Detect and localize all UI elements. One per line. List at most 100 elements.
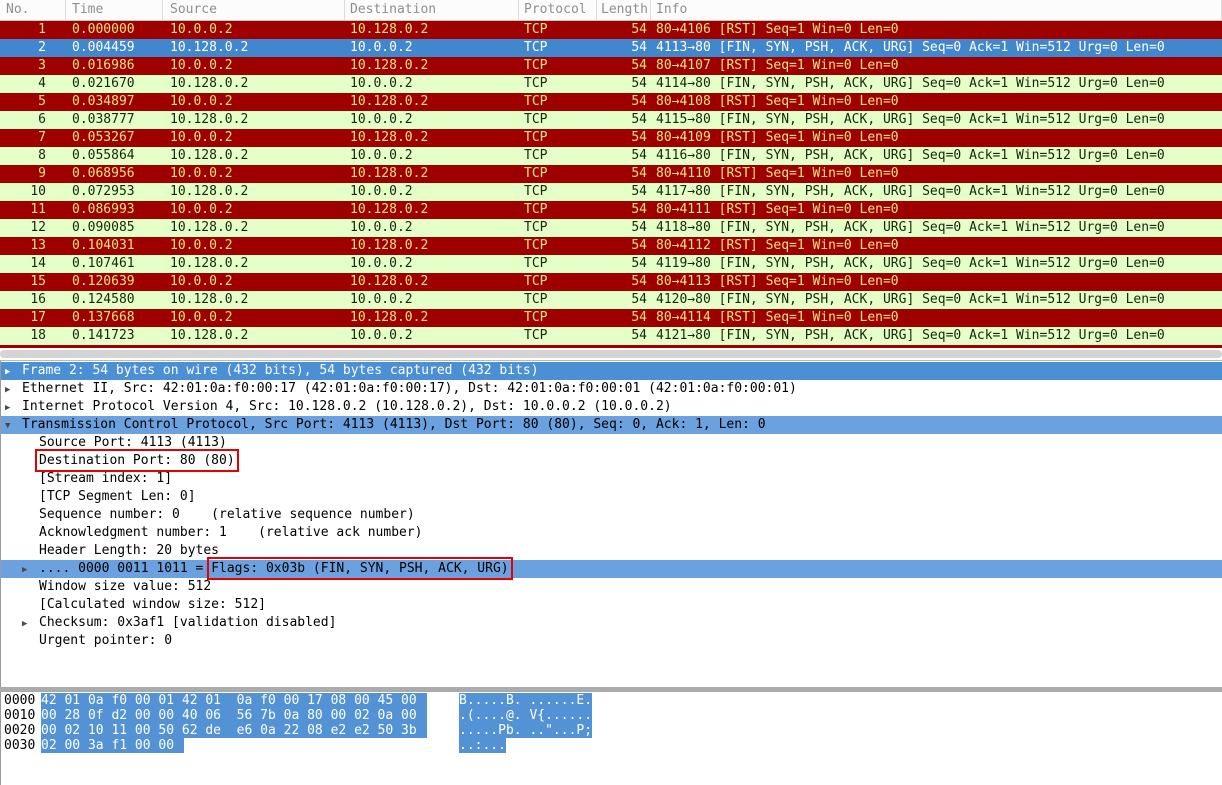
hex-ascii[interactable]: .(....@. V{...... <box>459 708 592 723</box>
packet-row[interactable]: 160.12458010.128.0.210.0.0.2TCP544120→80… <box>0 291 1222 309</box>
splitter-handle[interactable] <box>0 350 1222 358</box>
cell-time: 0.141723 <box>66 327 163 345</box>
cell-info: 80→4107 [RST] Seq=1 Win=0 Len=0 <box>651 57 1222 75</box>
packet-row[interactable]: 20.00445910.128.0.210.0.0.2TCP544113→80 … <box>0 39 1222 57</box>
hex-offset: 0010 <box>1 708 41 723</box>
cell-protocol: TCP <box>519 273 597 291</box>
cell-length: 54 <box>597 291 651 309</box>
hex-ascii[interactable]: .....Pb. .."...P; <box>459 723 592 738</box>
packet-row[interactable]: 120.09008510.128.0.210.0.0.2TCP544118→80… <box>0 219 1222 237</box>
packet-row[interactable]: 100.07295310.128.0.210.0.0.2TCP544117→80… <box>0 183 1222 201</box>
packet-list-rows: 10.00000010.0.0.210.128.0.2TCP5480→4106 … <box>0 21 1222 345</box>
expand-arrow-icon[interactable]: ▶ <box>5 399 22 417</box>
field-text: Checksum: 0x3af1 [validation disabled] <box>39 615 336 630</box>
expand-arrow-icon[interactable]: ▶ <box>5 363 22 381</box>
detail-line-stream-index[interactable]: [Stream index: 1] <box>1 470 1222 488</box>
cell-no: 8 <box>0 147 66 165</box>
cell-info: 4118→80 [FIN, SYN, PSH, ACK, URG] Seq=0 … <box>651 219 1222 237</box>
cell-source: 10.128.0.2 <box>163 255 345 273</box>
cell-time: 0.021670 <box>66 75 163 93</box>
column-header-time[interactable]: Time <box>66 0 163 20</box>
packet-details-pane: ▶Frame 2: 54 bytes on wire (432 bits), 5… <box>0 360 1222 687</box>
detail-line-ack-number[interactable]: Acknowledgment number: 1 (relative ack n… <box>1 524 1222 542</box>
cell-length: 54 <box>597 21 651 39</box>
hex-bytes[interactable]: 00 02 10 11 00 50 62 de e6 0a 22 08 e2 e… <box>41 723 427 738</box>
cell-length: 54 <box>597 237 651 255</box>
detail-line-calc-window[interactable]: [Calculated window size: 512] <box>1 596 1222 614</box>
detail-line-urgent-pointer[interactable]: Urgent pointer: 0 <box>1 632 1222 650</box>
cell-no: 5 <box>0 93 66 111</box>
cell-protocol: TCP <box>519 201 597 219</box>
packet-row[interactable]: 50.03489710.0.0.210.128.0.2TCP5480→4108 … <box>0 93 1222 111</box>
detail-line-tcp[interactable]: ▼Transmission Control Protocol, Src Port… <box>1 416 1222 434</box>
detail-line-ethernet[interactable]: ▶Ethernet II, Src: 42:01:0a:f0:00:17 (42… <box>1 380 1222 398</box>
wireshark-window: No.TimeSourceDestinationProtocolLengthIn… <box>0 0 1222 785</box>
detail-line-segment-len[interactable]: [TCP Segment Len: 0] <box>1 488 1222 506</box>
cell-destination: 10.128.0.2 <box>345 21 519 39</box>
detail-line-flags[interactable]: ▶.... 0000 0011 1011 = Flags: 0x03b (FIN… <box>1 560 1222 578</box>
cell-destination: 10.0.0.2 <box>345 147 519 165</box>
column-header-destination[interactable]: Destination <box>345 0 519 20</box>
detail-line-header-length[interactable]: Header Length: 20 bytes <box>1 542 1222 560</box>
packet-row[interactable]: 140.10746110.128.0.210.0.0.2TCP544119→80… <box>0 255 1222 273</box>
column-header-info[interactable]: Info <box>651 0 1222 20</box>
cell-time: 0.004459 <box>66 39 163 57</box>
cell-info: 4121→80 [FIN, SYN, PSH, ACK, URG] Seq=0 … <box>651 327 1222 345</box>
cell-info: 4116→80 [FIN, SYN, PSH, ACK, URG] Seq=0 … <box>651 147 1222 165</box>
field-text: Transmission Control Protocol, Src Port:… <box>22 417 766 432</box>
packet-row[interactable]: 10.00000010.0.0.210.128.0.2TCP5480→4106 … <box>0 21 1222 39</box>
hex-ascii[interactable]: ..:... <box>459 738 506 753</box>
cell-length: 54 <box>597 129 651 147</box>
cell-info: 4115→80 [FIN, SYN, PSH, ACK, URG] Seq=0 … <box>651 111 1222 129</box>
hex-ascii[interactable]: B.....B. ......E. <box>459 693 592 708</box>
column-header-protocol[interactable]: Protocol <box>519 0 597 20</box>
cell-destination: 10.0.0.2 <box>345 183 519 201</box>
field-text: Source Port: 4113 (4113) <box>39 435 227 450</box>
detail-line-window-size[interactable]: Window size value: 512 <box>1 578 1222 596</box>
packet-row[interactable]: 60.03877710.128.0.210.0.0.2TCP544115→80 … <box>0 111 1222 129</box>
packet-row[interactable]: 180.14172310.128.0.210.0.0.2TCP544121→80… <box>0 327 1222 345</box>
packet-row[interactable]: 130.10403110.0.0.210.128.0.2TCP5480→4112… <box>0 237 1222 255</box>
cell-no: 10 <box>0 183 66 201</box>
cell-time: 0.038777 <box>66 111 163 129</box>
packet-row[interactable]: 30.01698610.0.0.210.128.0.2TCP5480→4107 … <box>0 57 1222 75</box>
cell-info: 80→4110 [RST] Seq=1 Win=0 Len=0 <box>651 165 1222 183</box>
hex-row: 003002 00 3a f1 00 00..:... <box>1 738 1222 753</box>
cell-destination: 10.128.0.2 <box>345 237 519 255</box>
expand-arrow-icon[interactable]: ▶ <box>5 381 22 399</box>
expand-arrow-icon[interactable]: ▶ <box>22 561 39 579</box>
detail-line-ip[interactable]: ▶Internet Protocol Version 4, Src: 10.12… <box>1 398 1222 416</box>
hex-bytes[interactable]: 02 00 3a f1 00 00 <box>41 738 184 753</box>
column-header-length[interactable]: Length <box>597 0 651 20</box>
packet-row[interactable]: 170.13766810.0.0.210.128.0.2TCP5480→4114… <box>0 309 1222 327</box>
cell-info: 4120→80 [FIN, SYN, PSH, ACK, URG] Seq=0 … <box>651 291 1222 309</box>
cell-info: 4117→80 [FIN, SYN, PSH, ACK, URG] Seq=0 … <box>651 183 1222 201</box>
detail-line-frame[interactable]: ▶Frame 2: 54 bytes on wire (432 bits), 5… <box>1 362 1222 380</box>
collapse-arrow-icon[interactable]: ▼ <box>5 417 22 435</box>
cell-source: 10.128.0.2 <box>163 327 345 345</box>
packet-row[interactable]: 110.08699310.0.0.210.128.0.2TCP5480→4111… <box>0 201 1222 219</box>
pane-splitter-top[interactable] <box>0 348 1222 360</box>
cell-destination: 10.128.0.2 <box>345 201 519 219</box>
detail-line-src-port[interactable]: Source Port: 4113 (4113) <box>1 434 1222 452</box>
cell-time: 0.104031 <box>66 237 163 255</box>
hex-bytes[interactable]: 00 28 0f d2 00 00 40 06 56 7b 0a 80 00 0… <box>41 708 427 723</box>
field-text: Urgent pointer: 0 <box>39 633 172 648</box>
column-header-source[interactable]: Source <box>163 0 345 20</box>
field-text: Frame 2: 54 bytes on wire (432 bits), 54… <box>22 363 539 378</box>
packet-row[interactable]: 40.02167010.128.0.210.0.0.2TCP544114→80 … <box>0 75 1222 93</box>
hex-offset: 0000 <box>1 693 41 708</box>
hex-bytes[interactable]: 42 01 0a f0 00 01 42 01 0a f0 00 17 08 0… <box>41 693 427 708</box>
detail-line-seq-number[interactable]: Sequence number: 0 (relative sequence nu… <box>1 506 1222 524</box>
cell-protocol: TCP <box>519 237 597 255</box>
packet-row[interactable]: 80.05586410.128.0.210.0.0.2TCP544116→80 … <box>0 147 1222 165</box>
field-text: Sequence number: 0 (relative sequence nu… <box>39 507 415 522</box>
detail-line-dst-port[interactable]: Destination Port: 80 (80) <box>1 452 1222 470</box>
packet-row[interactable]: 70.05326710.0.0.210.128.0.2TCP5480→4109 … <box>0 129 1222 147</box>
cell-length: 54 <box>597 327 651 345</box>
packet-row[interactable]: 150.12063910.0.0.210.128.0.2TCP5480→4113… <box>0 273 1222 291</box>
packet-row[interactable]: 90.06895610.0.0.210.128.0.2TCP5480→4110 … <box>0 165 1222 183</box>
column-header-no[interactable]: No. <box>0 0 66 20</box>
expand-arrow-icon[interactable]: ▶ <box>22 615 39 633</box>
detail-line-checksum[interactable]: ▶Checksum: 0x3af1 [validation disabled] <box>1 614 1222 632</box>
